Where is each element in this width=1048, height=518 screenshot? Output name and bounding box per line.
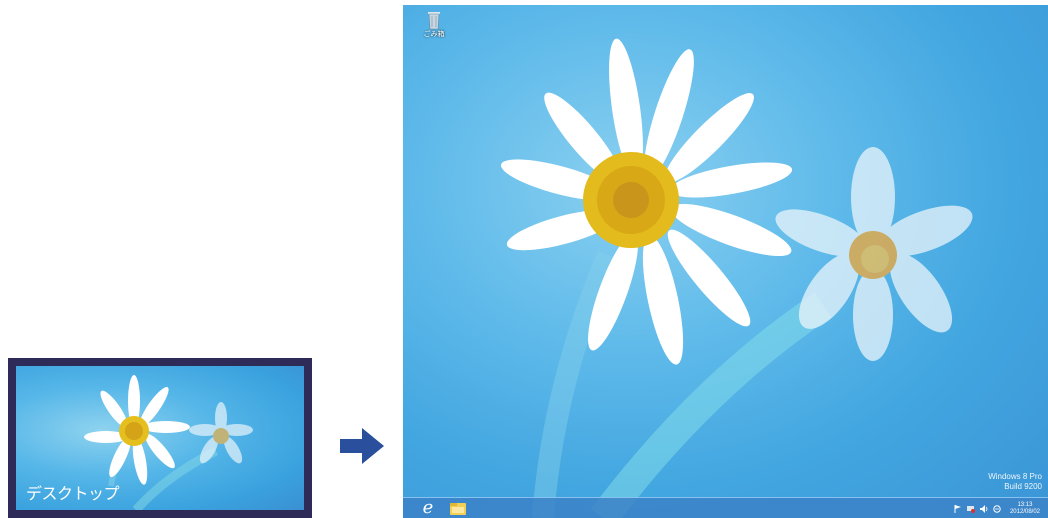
desktop-tile-label: デスクトップ <box>26 486 120 503</box>
desktop-wallpaper <box>500 38 973 518</box>
internet-explorer-icon[interactable]: e <box>417 499 439 518</box>
watermark-edition: Windows 8 Pro <box>988 472 1042 481</box>
clock-time: 13:13 <box>1017 501 1033 508</box>
flag-icon[interactable] <box>954 504 962 513</box>
ime-icon[interactable] <box>993 504 1001 513</box>
desktop-screen[interactable]: ごみ箱 Windows 8 Pro Build 9200 e 13:13 201… <box>403 5 1048 518</box>
recycle-bin-label: ごみ箱 <box>423 31 445 38</box>
desktop-tile-wallpaper: デスクトップ <box>16 366 304 510</box>
network-icon[interactable] <box>966 505 975 513</box>
taskbar-clock[interactable]: 13:13 2012/08/02 <box>1010 502 1040 516</box>
recycle-bin-icon <box>428 12 440 30</box>
watermark-build: Build 9200 <box>1004 482 1042 491</box>
recycle-bin[interactable]: ごみ箱 <box>417 10 451 39</box>
file-explorer-icon[interactable] <box>449 501 467 516</box>
desktop-tile[interactable]: デスクトップ <box>8 358 312 518</box>
right-arrow-icon <box>340 428 384 464</box>
speaker-icon[interactable] <box>979 504 988 513</box>
clock-date: 2012/08/02 <box>1009 508 1040 515</box>
windows-watermark: Windows 8 Pro Build 9200 <box>988 472 1042 492</box>
system-tray: 13:13 2012/08/02 <box>954 498 1040 518</box>
taskbar: e 13:13 2012/08/02 <box>403 497 1048 518</box>
